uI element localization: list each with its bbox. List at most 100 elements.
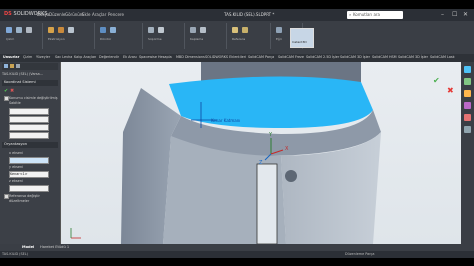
ribbon-group-revolve: Döndür [96,23,143,49]
panel-title: Koordinat Sistemi [2,80,58,86]
check-label: Referansa değiştir [9,194,40,198]
chamfer-icon[interactable] [158,27,164,33]
line-icon[interactable] [16,27,22,33]
view-palette-icon[interactable] [464,102,471,109]
triad-x-label: X [285,146,289,152]
y-axis-field[interactable]: Kenar<1> [9,171,49,178]
slot[interactable] [256,163,278,244]
search-icon: ⌕ [349,12,352,17]
tab-solidcam-part[interactable]: SolidCAM Parça [248,55,274,59]
z-axis-field[interactable] [9,185,49,192]
ribbon-group-label: Eğri [276,37,282,41]
tab-sheet-metal[interactable]: Sac Levha [55,55,72,59]
instant3d-button[interactable]: Instant3D [290,28,314,48]
sketch-icon[interactable] [6,27,12,33]
custom-properties-icon[interactable] [464,126,471,133]
property-manager-icon[interactable] [10,64,14,68]
menu-window[interactable]: Pencere [108,12,124,17]
tab-surfaces[interactable]: Yüzeyler [36,55,50,59]
status-right: Düzenleme Parça [345,252,375,256]
tab-solidcam-lask[interactable]: SolidCAM Lask [430,55,455,59]
cancel-x-icon[interactable]: ✖ [10,88,14,94]
feature-tree-icon[interactable] [4,64,8,68]
menu-view[interactable]: Görünüm [65,12,84,17]
ribbon-group-label: Ekstrüzyon [48,37,65,41]
y-axis-label: y ekseni [9,165,24,169]
ribbon-group-extrude: Ekstrüzyon [44,23,95,49]
status-bar [0,251,474,258]
ribbon-group-label: Kaplama [190,37,204,41]
tab-solidcam-mill[interactable]: SolidCAM Freze [278,55,304,59]
design-library-icon[interactable] [464,78,471,85]
tab-evaluate[interactable]: Değerlendir [99,55,119,59]
tab-features[interactable]: Unsurlar [3,55,19,59]
bottom-tabs [0,244,474,251]
ribbon-group-sweep: Süpürme [144,23,185,49]
tab-spacewise[interactable]: Spacewise [139,55,157,59]
menu-insert[interactable]: Ekle [82,12,90,17]
ribbon-group-label: Süpürme [148,37,162,41]
menu-edit[interactable]: Düzenle [49,12,65,17]
check-label: Konumu cisimle değiştirilmiş [9,96,58,100]
tab-solidcam-3d[interactable]: SolidCAM 3D İşler [340,55,370,59]
ribbon-group-reference: Referans [228,23,271,49]
ribbon-group-shell: Kaplama [186,23,227,49]
revolve-icon[interactable] [58,27,64,33]
tab-solidworks-addins[interactable]: SOLIDWORKS Eklentileri [205,55,246,59]
tab-model[interactable]: Model [22,245,34,249]
position-field-y[interactable] [9,116,49,123]
rib-icon[interactable] [200,27,206,33]
ok-check-icon[interactable]: ✔ [4,88,8,94]
tab-solidcam-3d-2[interactable]: SolidCAM 3D İşler [398,55,428,59]
ribbon-group-label: Referans [232,37,246,41]
hole[interactable] [285,170,297,182]
x-axis-field[interactable] [9,157,49,164]
sweep-icon[interactable] [68,27,74,33]
ribbon-group-sketch: Çizim [2,23,43,49]
search-input[interactable]: Komutları ara [347,11,403,19]
appearances-icon[interactable] [464,114,471,121]
confirm-ok-icon[interactable]: ✔ [433,76,440,85]
selection-label: Kenar Katmanı [211,118,240,123]
position-field-angle[interactable] [9,132,49,139]
graphics-viewport[interactable]: X Y Z Kenar Katmanı ✔ ✖ [61,62,461,244]
resources-icon[interactable] [464,66,471,73]
tab-mold-tools[interactable]: Kalıp Araçları [74,55,96,59]
file-explorer-icon[interactable] [464,90,471,97]
close-button[interactable]: ✕ [463,11,468,18]
position-field-x[interactable] [9,108,49,115]
circle-icon[interactable] [26,27,32,33]
menu-tools[interactable]: Araçlar [92,12,106,17]
document-title: TAS.KILID (SEL).SLDPRT * [224,12,275,17]
tab-motion-study[interactable]: Hareket Etüdü 1 [40,245,69,249]
config-manager-icon[interactable] [16,64,20,68]
menu-file[interactable]: Dosya [37,12,49,17]
check-label: Sabitle [9,101,21,105]
maximize-button[interactable]: ☐ [452,11,457,18]
tab-sketch[interactable]: Çizim [23,55,32,59]
minimize-button[interactable]: – [441,11,444,18]
curve-icon[interactable] [276,27,282,33]
reference-geometry-icon[interactable] [232,27,238,33]
panel-toolbar [2,63,58,70]
hole-icon[interactable] [110,27,116,33]
status-left: TAS.KILID (SEL) [2,252,28,256]
shell-icon[interactable] [190,27,196,33]
extrude-icon[interactable] [48,27,54,33]
breadcrumb: TAS.KILID (SEL) (Varsa… [2,72,44,76]
check-label: düzeltmeler [9,199,30,203]
tab-mbd-dimensions[interactable]: MBD Dimensions [176,55,205,59]
tab-solidcam-hsm[interactable]: SolidCAM HSM [372,55,397,59]
tab-solidcam-25d[interactable]: SolidCAM 2.5D İşler [306,55,339,59]
tab-calculate[interactable]: Hesapla [158,55,172,59]
cut-icon[interactable] [100,27,106,33]
instant3d-label: Instant3D [292,40,307,44]
ribbon-group-label: Çizim [6,37,15,41]
plane-icon[interactable] [242,27,248,33]
model-view[interactable]: X Y Z Kenar Katmanı [61,62,461,244]
tab-ek-arasi[interactable]: Ek Arası [123,55,137,59]
position-field-z[interactable] [9,124,49,131]
confirm-cancel-icon[interactable]: ✖ [447,86,454,95]
fillet-icon[interactable] [148,27,154,33]
triad-z-label: Z [259,160,263,166]
